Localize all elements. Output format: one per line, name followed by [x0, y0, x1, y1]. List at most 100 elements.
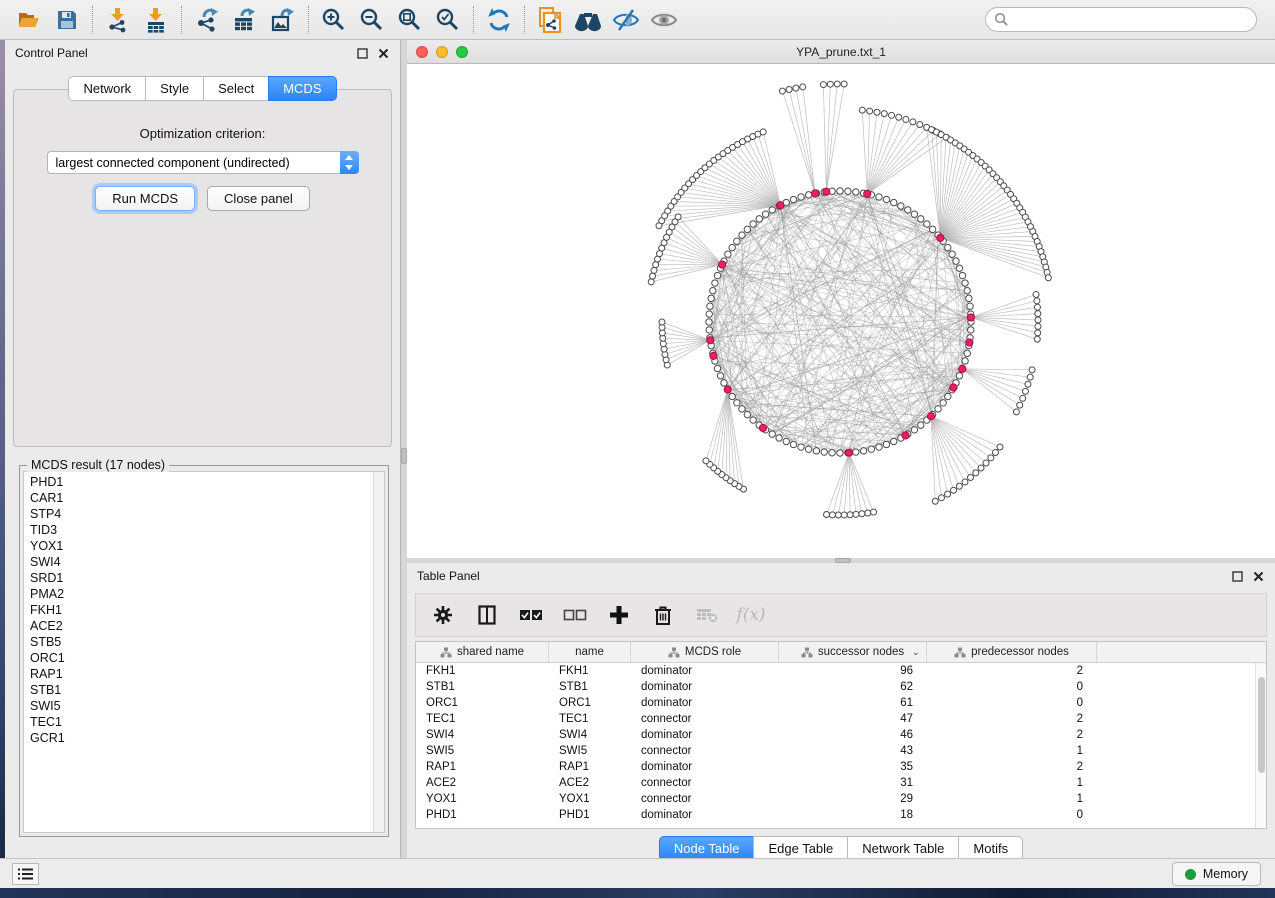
network-node[interactable]: [966, 295, 972, 301]
open-file-icon[interactable]: [10, 4, 48, 36]
network-node[interactable]: [898, 203, 904, 209]
satellite-node[interactable]: [973, 470, 979, 476]
network-node[interactable]: [876, 444, 882, 450]
network-node[interactable]: [868, 446, 874, 452]
column-header-MCDS-role[interactable]: MCDS role: [631, 642, 779, 662]
network-node[interactable]: [739, 232, 745, 238]
network-node[interactable]: [783, 438, 789, 444]
result-node[interactable]: SRD1: [30, 570, 373, 586]
network-node[interactable]: [918, 216, 924, 222]
network-node[interactable]: [837, 450, 843, 456]
mcds-hub-node[interactable]: [950, 384, 957, 391]
close-table-panel-button[interactable]: [1252, 570, 1265, 583]
table-row[interactable]: STB1STB1dominator620: [416, 679, 1266, 695]
satellite-node[interactable]: [867, 108, 873, 114]
zoom-fit-icon[interactable]: [391, 4, 429, 36]
zoom-selected-icon[interactable]: [429, 4, 467, 36]
satellite-node[interactable]: [1025, 381, 1031, 387]
network-node[interactable]: [739, 406, 745, 412]
satellite-node[interactable]: [829, 512, 835, 518]
scrollbar-thumb[interactable]: [1258, 677, 1265, 773]
network-node[interactable]: [911, 427, 917, 433]
run-mcds-button[interactable]: Run MCDS: [95, 186, 195, 211]
table-row[interactable]: ORC1ORC1dominator610: [416, 695, 1266, 711]
memory-button[interactable]: Memory: [1172, 862, 1261, 886]
result-node[interactable]: RAP1: [30, 666, 373, 682]
satellite-node[interactable]: [1035, 311, 1041, 317]
network-node[interactable]: [821, 449, 827, 455]
tab-select[interactable]: Select: [203, 76, 268, 101]
mcds-hub-node[interactable]: [846, 449, 853, 456]
network-node[interactable]: [710, 287, 716, 293]
network-node[interactable]: [945, 393, 951, 399]
network-node[interactable]: [837, 188, 843, 194]
close-panel-button-mcds[interactable]: Close panel: [207, 186, 310, 211]
network-node[interactable]: [813, 448, 819, 454]
network-node[interactable]: [706, 319, 712, 325]
network-node[interactable]: [905, 207, 911, 213]
network-node[interactable]: [798, 194, 804, 200]
close-panel-button[interactable]: [377, 47, 390, 60]
satellite-node[interactable]: [1013, 409, 1019, 415]
network-node[interactable]: [883, 441, 889, 447]
result-node[interactable]: SWI5: [30, 698, 373, 714]
result-node[interactable]: TEC1: [30, 714, 373, 730]
satellite-node[interactable]: [648, 279, 654, 285]
network-node[interactable]: [876, 194, 882, 200]
task-history-button[interactable]: [12, 863, 39, 885]
delete-column-icon[interactable]: [650, 601, 676, 629]
network-node[interactable]: [959, 272, 965, 278]
satellite-node[interactable]: [834, 81, 840, 87]
satellite-node[interactable]: [881, 111, 887, 117]
tab-network[interactable]: Network: [68, 76, 145, 101]
zoom-out-icon[interactable]: [353, 4, 391, 36]
satellite-node[interactable]: [859, 107, 865, 113]
network-node[interactable]: [911, 211, 917, 217]
mcds-hub-node[interactable]: [967, 314, 974, 321]
satellite-node[interactable]: [1035, 330, 1041, 336]
satellite-node[interactable]: [983, 460, 989, 466]
network-node[interactable]: [964, 350, 970, 356]
satellite-node[interactable]: [1034, 336, 1040, 342]
mcds-result-list[interactable]: PHD1CAR1STP4TID3YOX1SWI4SRD1PMA2FKH1ACE2…: [23, 471, 385, 833]
satellite-node[interactable]: [1022, 388, 1028, 394]
show-selection-icon[interactable]: [645, 4, 683, 36]
satellite-node[interactable]: [653, 262, 659, 268]
network-node[interactable]: [750, 221, 756, 227]
column-header-successor-nodes[interactable]: successor nodes⌄: [779, 642, 927, 662]
result-node[interactable]: SWI4: [30, 554, 373, 570]
search-network-icon[interactable]: [569, 4, 607, 36]
network-node[interactable]: [712, 280, 718, 286]
satellite-node[interactable]: [841, 81, 847, 87]
network-node[interactable]: [762, 211, 768, 217]
network-node[interactable]: [717, 373, 723, 379]
network-node[interactable]: [829, 450, 835, 456]
network-node[interactable]: [769, 207, 775, 213]
network-node[interactable]: [962, 280, 968, 286]
satellite-node[interactable]: [889, 112, 895, 118]
satellite-node[interactable]: [820, 82, 826, 88]
network-node[interactable]: [924, 221, 930, 227]
result-node[interactable]: FKH1: [30, 602, 373, 618]
result-node[interactable]: STB1: [30, 682, 373, 698]
clone-network-icon[interactable]: [531, 4, 569, 36]
network-node[interactable]: [734, 400, 740, 406]
mcds-hub-node[interactable]: [777, 202, 784, 209]
satellite-node[interactable]: [841, 512, 847, 518]
satellite-node[interactable]: [997, 444, 1003, 450]
mcds-hub-node[interactable]: [707, 337, 714, 344]
table-scrollbar[interactable]: [1255, 663, 1266, 828]
network-node[interactable]: [805, 192, 811, 198]
network-node[interactable]: [956, 265, 962, 271]
float-panel-button[interactable]: [356, 47, 369, 60]
satellite-node[interactable]: [824, 512, 830, 518]
result-node[interactable]: CAR1: [30, 490, 373, 506]
satellite-node[interactable]: [865, 510, 871, 516]
network-node[interactable]: [706, 327, 712, 333]
network-node[interactable]: [845, 188, 851, 194]
export-network-icon[interactable]: [188, 4, 226, 36]
satellite-node[interactable]: [859, 511, 865, 517]
satellite-node[interactable]: [1029, 367, 1035, 373]
network-node[interactable]: [729, 393, 735, 399]
network-node[interactable]: [734, 238, 740, 244]
